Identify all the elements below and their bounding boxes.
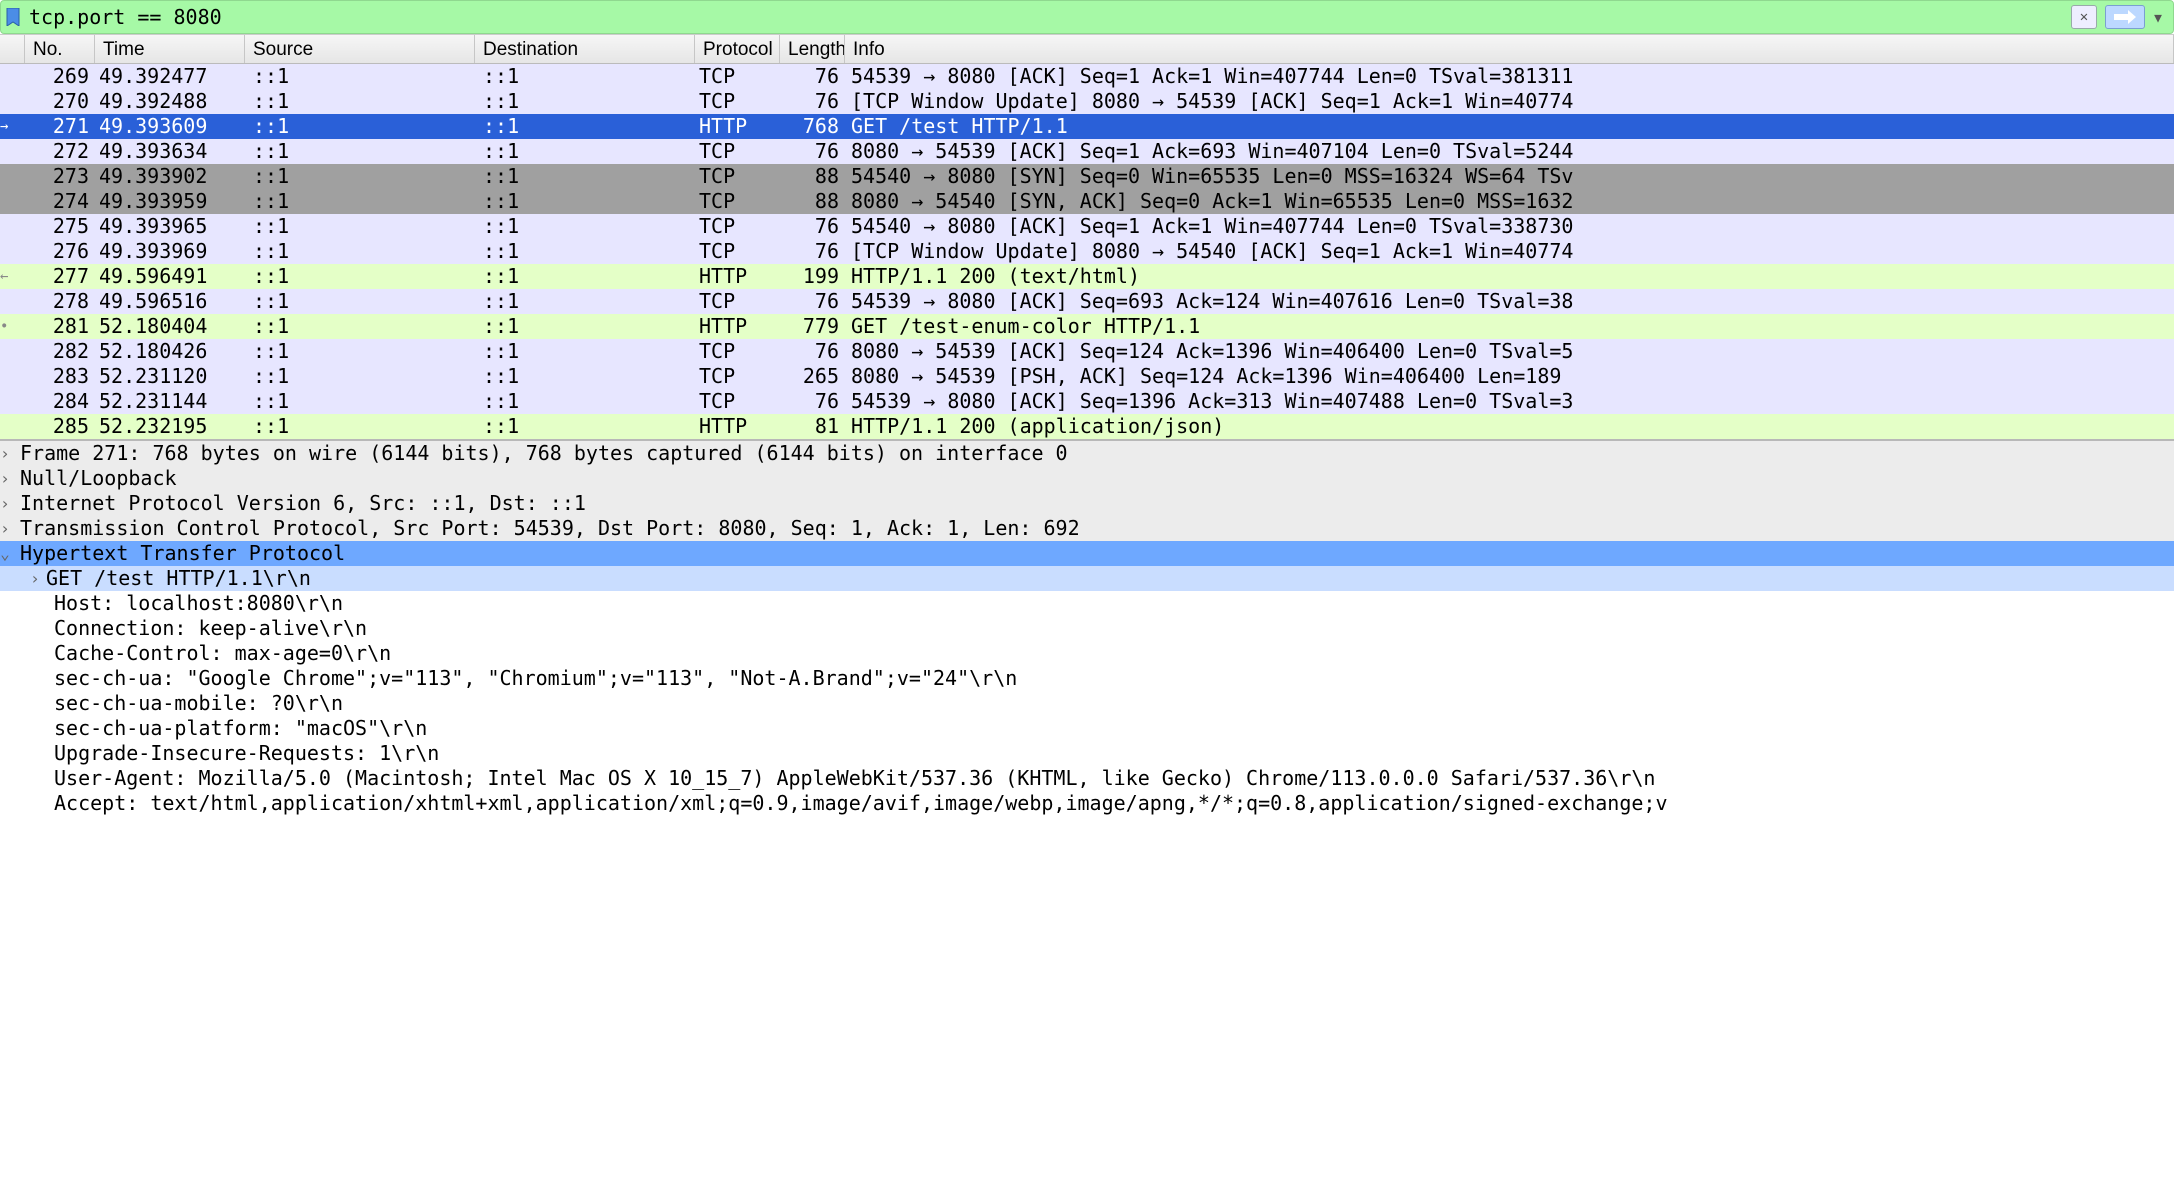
packet-row[interactable]: 27849.596516::1::1TCP7654539 → 8080 [ACK…	[0, 289, 2174, 314]
filter-history-dropdown[interactable]: ▾	[2149, 5, 2167, 29]
packet-row[interactable]: 27549.393965::1::1TCP7654540 → 8080 [ACK…	[0, 214, 2174, 239]
detail-text: Frame 271: 768 bytes on wire (6144 bits)…	[20, 441, 1068, 466]
packet-row[interactable]: 27449.393959::1::1TCP888080 → 54540 [SYN…	[0, 189, 2174, 214]
expand-icon[interactable]: ›	[0, 441, 10, 466]
http-header-line[interactable]: sec-ch-ua: "Google Chrome";v="113", "Chr…	[0, 666, 2174, 691]
display-filter-bar: ✕ ▾	[0, 0, 2174, 34]
col-header-no[interactable]: No.	[25, 35, 95, 63]
packet-row[interactable]: ←27749.596491::1::1HTTP199HTTP/1.1 200 (…	[0, 264, 2174, 289]
http-header-line[interactable]: sec-ch-ua-platform: "macOS"\r\n	[0, 716, 2174, 741]
detail-get-line[interactable]: › GET /test HTTP/1.1\r\n	[0, 566, 2174, 591]
packet-list[interactable]: 26949.392477::1::1TCP7654539 → 8080 [ACK…	[0, 64, 2174, 439]
col-header-protocol[interactable]: Protocol	[695, 35, 780, 63]
col-header-source[interactable]: Source	[245, 35, 475, 63]
packet-row[interactable]: 27049.392488::1::1TCP76[TCP Window Updat…	[0, 89, 2174, 114]
expand-icon[interactable]: ›	[0, 491, 10, 516]
packet-row[interactable]: 28452.231144::1::1TCP7654539 → 8080 [ACK…	[0, 389, 2174, 414]
detail-http[interactable]: ⌄ Hypertext Transfer Protocol	[0, 541, 2174, 566]
collapse-icon[interactable]: ⌄	[0, 541, 10, 566]
packet-details-pane[interactable]: › Frame 271: 768 bytes on wire (6144 bit…	[0, 439, 2174, 816]
packet-list-header: No. Time Source Destination Protocol Len…	[0, 34, 2174, 64]
http-header-line[interactable]: Connection: keep-alive\r\n	[0, 616, 2174, 641]
detail-ip[interactable]: › Internet Protocol Version 6, Src: ::1,…	[0, 491, 2174, 516]
http-header-line[interactable]: sec-ch-ua-mobile: ?0\r\n	[0, 691, 2174, 716]
packet-row[interactable]: 28252.180426::1::1TCP768080 → 54539 [ACK…	[0, 339, 2174, 364]
col-header-time[interactable]: Time	[95, 35, 245, 63]
http-header-line[interactable]: Host: localhost:8080\r\n	[0, 591, 2174, 616]
expand-icon[interactable]: ›	[0, 466, 10, 491]
packet-row[interactable]: 27249.393634::1::1TCP768080 → 54539 [ACK…	[0, 139, 2174, 164]
expand-icon[interactable]: ›	[0, 516, 10, 541]
col-header-info[interactable]: Info	[845, 35, 2174, 63]
detail-tcp[interactable]: › Transmission Control Protocol, Src Por…	[0, 516, 2174, 541]
detail-null[interactable]: › Null/Loopback	[0, 466, 2174, 491]
clear-filter-button[interactable]: ✕	[2071, 5, 2097, 29]
bookmark-icon[interactable]	[1, 8, 25, 26]
col-header-length[interactable]: Length	[780, 35, 845, 63]
packet-row[interactable]: 27649.393969::1::1TCP76[TCP Window Updat…	[0, 239, 2174, 264]
packet-row[interactable]: 27349.393902::1::1TCP8854540 → 8080 [SYN…	[0, 164, 2174, 189]
detail-text: Hypertext Transfer Protocol	[20, 541, 345, 566]
packet-row[interactable]: •28152.180404::1::1HTTP779GET /test-enum…	[0, 314, 2174, 339]
http-header-line[interactable]: Upgrade-Insecure-Requests: 1\r\n	[0, 741, 2174, 766]
detail-text: Null/Loopback	[20, 466, 177, 491]
detail-text: Transmission Control Protocol, Src Port:…	[20, 516, 1080, 541]
expand-icon[interactable]: ›	[30, 566, 40, 591]
http-header-line[interactable]: User-Agent: Mozilla/5.0 (Macintosh; Inte…	[0, 766, 2174, 791]
packet-row[interactable]: →27149.393609::1::1HTTP768GET /test HTTP…	[0, 114, 2174, 139]
http-header-line[interactable]: Cache-Control: max-age=0\r\n	[0, 641, 2174, 666]
packet-row[interactable]: 26949.392477::1::1TCP7654539 → 8080 [ACK…	[0, 64, 2174, 89]
detail-text: Internet Protocol Version 6, Src: ::1, D…	[20, 491, 586, 516]
http-header-line[interactable]: Accept: text/html,application/xhtml+xml,…	[0, 791, 2174, 816]
apply-filter-button[interactable]	[2105, 5, 2145, 29]
packet-row[interactable]: 28352.231120::1::1TCP2658080 → 54539 [PS…	[0, 364, 2174, 389]
col-gutter	[0, 35, 25, 63]
col-header-destination[interactable]: Destination	[475, 35, 695, 63]
packet-row[interactable]: 28552.232195::1::1HTTP81HTTP/1.1 200 (ap…	[0, 414, 2174, 439]
display-filter-input[interactable]	[25, 1, 2071, 33]
detail-frame[interactable]: › Frame 271: 768 bytes on wire (6144 bit…	[0, 441, 2174, 466]
detail-text: GET /test HTTP/1.1\r\n	[46, 566, 311, 591]
